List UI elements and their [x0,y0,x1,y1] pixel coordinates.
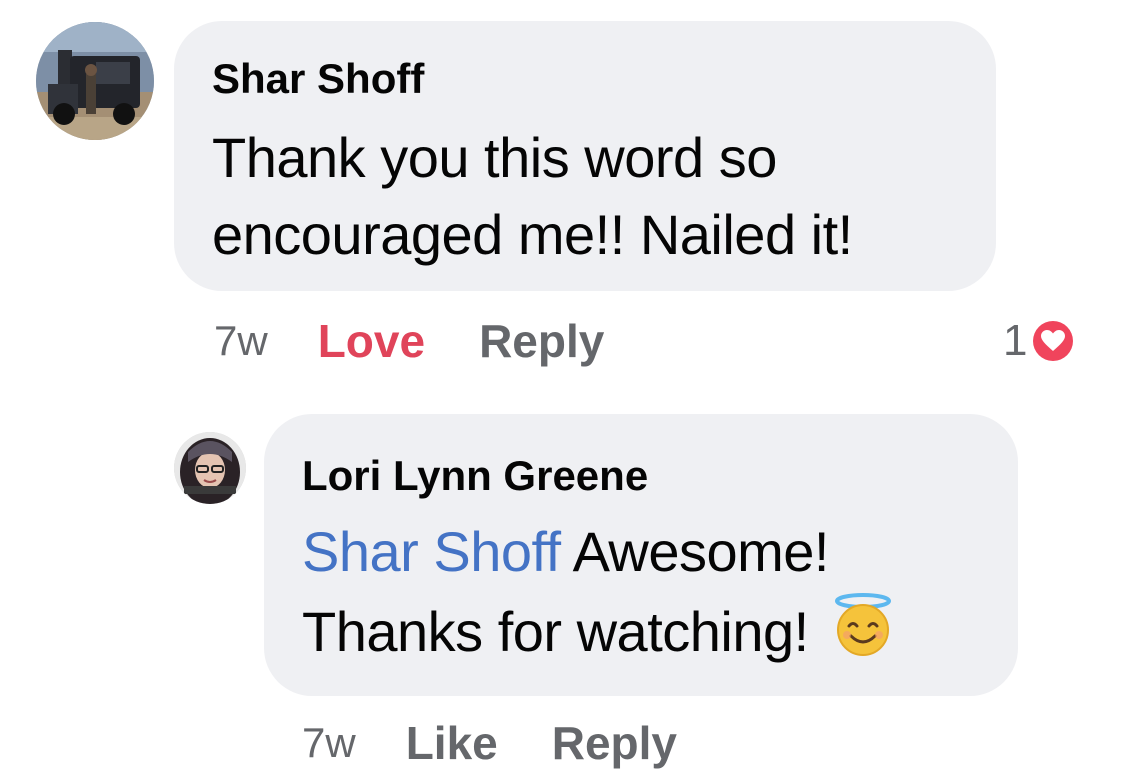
reaction-summary[interactable]: 1 [1003,314,1076,368]
love-reaction-button[interactable]: Love [318,314,425,368]
reply-timestamp[interactable]: 7w [302,719,356,767]
profile-photo [174,432,246,504]
smiling-face-with-halo-icon [832,593,894,678]
truck-photo [36,22,154,140]
comment-thread: Shar Shoff Thank you this word so encour… [0,0,1125,769]
reply-text-line1: Awesome! [572,520,830,583]
avatar[interactable] [36,22,154,140]
reply-author[interactable]: Lori Lynn Greene [302,452,648,500]
reaction-count: 1 [1003,316,1028,365]
comment-bubble: Shar Shoff Thank you this word so encour… [174,21,996,291]
like-button[interactable]: Like [406,716,498,769]
reply-button[interactable]: Reply [479,314,604,368]
reply-button[interactable]: Reply [552,716,677,769]
reply-text-line2: Thanks for watching! [302,600,809,663]
reply-actions: 7w Like Reply [302,716,731,769]
reply-text: Shar Shoff Awesome! Thanks for watching! [302,512,1002,678]
heart-icon [1031,319,1076,363]
comment-actions: 7w Love Reply [214,314,658,368]
comment-timestamp[interactable]: 7w [214,317,268,365]
mention-link[interactable]: Shar Shoff [302,520,561,583]
comment-text: Thank you this word so encouraged me!! N… [212,126,853,266]
reply-bubble: Lori Lynn Greene Shar Shoff Awesome! Tha… [264,414,1018,696]
reply-avatar[interactable] [174,432,246,504]
comment-author[interactable]: Shar Shoff [212,55,424,103]
